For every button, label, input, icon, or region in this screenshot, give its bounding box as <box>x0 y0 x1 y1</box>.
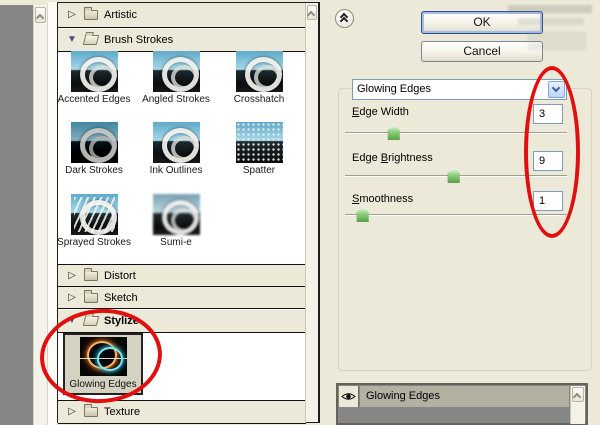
filter-select-dropdown[interactable]: Glowing Edges <box>352 79 567 100</box>
thumbnail-sumi-e[interactable] <box>152 194 200 235</box>
settings-panel: OK Cancel Glowing Edges Edge Width 3 Edg… <box>321 0 600 425</box>
filter-item[interactable]: Crosshatch <box>219 51 299 105</box>
filter-item[interactable]: Sprayed Strokes <box>54 194 134 248</box>
folder-icon <box>84 7 98 20</box>
chevron-down-icon <box>551 83 561 93</box>
effect-list-scroll-up-button[interactable] <box>572 387 584 402</box>
category-brush-strokes[interactable]: ▼ Brush Strokes <box>58 29 306 52</box>
category-distort[interactable]: ▷ Distort <box>58 264 306 287</box>
filter-item[interactable]: Ink Outlines <box>136 122 216 176</box>
preview-scroll-up-button[interactable] <box>35 7 46 23</box>
filter-item-label: Accented Edges <box>57 94 131 105</box>
category-stylize[interactable]: ▼ Stylize <box>58 310 306 333</box>
selected-filter-item-glowing-edges[interactable]: Glowing Edges <box>63 333 143 395</box>
filter-item-label: Sumi-e <box>160 237 192 248</box>
effect-list-scrollbar[interactable] <box>570 386 585 424</box>
category-label: Sketch <box>104 291 138 304</box>
smoothness-slider[interactable] <box>345 207 567 223</box>
filter-item-label: Sprayed Strokes <box>57 237 131 248</box>
folder-icon <box>84 267 98 281</box>
folder-icon <box>84 289 98 303</box>
thumbnail-glowing-edges[interactable] <box>79 337 127 376</box>
filter-item-label: Crosshatch <box>233 94 285 105</box>
thumbnail-angled-strokes[interactable] <box>152 51 200 92</box>
visibility-toggle[interactable] <box>339 386 359 407</box>
chevron-up-icon <box>35 13 44 23</box>
slider-track[interactable] <box>345 132 567 134</box>
cancel-button[interactable]: Cancel <box>421 41 543 62</box>
filter-item[interactable]: Dark Strokes <box>54 122 134 176</box>
ok-button[interactable]: OK <box>421 11 543 34</box>
collapse-triangle-icon[interactable]: ▼ <box>66 35 78 45</box>
thumbnail-accented-edges[interactable] <box>70 51 118 92</box>
slider-track[interactable] <box>345 214 567 216</box>
filter-item[interactable]: Accented Edges <box>54 51 134 105</box>
chevron-up-icon <box>306 10 316 20</box>
filter-gallery-dialog: ▷ Artistic ▼ Brush Strokes Accented Edge… <box>0 0 600 425</box>
filter-item[interactable]: Angled Strokes <box>136 51 216 105</box>
thumbnail-spatter[interactable] <box>235 122 283 163</box>
thumbnail-sprayed-strokes[interactable] <box>70 194 118 235</box>
category-label: Distort <box>104 269 136 282</box>
edge-brightness-label: Edge Brightness <box>352 152 433 164</box>
collapse-triangle-icon[interactable]: ▼ <box>66 316 78 326</box>
expand-triangle-icon[interactable]: ▷ <box>66 292 78 303</box>
slider-thumb[interactable] <box>356 207 369 222</box>
dropdown-selected-value: Glowing Edges <box>357 83 431 95</box>
eye-icon <box>341 393 356 400</box>
category-label: Stylize <box>104 315 139 327</box>
preview-vertical-scrollbar[interactable] <box>33 5 48 425</box>
category-artistic[interactable]: ▷ Artistic <box>58 3 306 28</box>
expand-triangle-icon[interactable]: ▷ <box>66 270 78 281</box>
category-texture[interactable]: ▷ Texture <box>58 400 306 424</box>
expand-triangle-icon[interactable]: ▷ <box>66 407 78 417</box>
edge-width-slider[interactable] <box>345 125 567 141</box>
filter-category-list: ▷ Artistic ▼ Brush Strokes Accented Edge… <box>54 2 320 424</box>
filter-item[interactable]: Sumi-e <box>136 194 216 248</box>
open-folder-icon <box>82 316 100 326</box>
edge-width-label: Edge Width <box>352 106 409 118</box>
effect-layer-row[interactable]: Glowing Edges <box>360 386 569 407</box>
category-label: Texture <box>104 406 141 418</box>
effect-layers-panel: Glowing Edges <box>336 383 588 425</box>
filter-item-label: Ink Outlines <box>149 165 203 176</box>
category-sketch[interactable]: ▷ Sketch <box>58 287 306 309</box>
edge-width-value[interactable]: 3 <box>533 104 563 124</box>
thumbnail-crosshatch[interactable] <box>235 51 283 92</box>
slider-thumb[interactable] <box>387 125 400 140</box>
filter-item-label: Angled Strokes <box>142 94 210 105</box>
dropdown-arrow-button[interactable] <box>548 81 565 98</box>
folder-icon <box>84 404 98 417</box>
category-label: Artistic <box>104 9 137 21</box>
collapse-panel-button[interactable] <box>335 9 354 28</box>
filter-item-label: Spatter <box>242 165 276 176</box>
category-label: Brush Strokes <box>104 34 174 46</box>
smoothness-label: Smoothness <box>352 193 414 205</box>
filter-item-label: Dark Strokes <box>65 165 123 176</box>
thumbnail-ink-outlines[interactable] <box>152 122 200 163</box>
filter-item[interactable]: Spatter <box>219 122 299 176</box>
expand-triangle-icon[interactable]: ▷ <box>66 10 78 20</box>
chevron-up-icon <box>572 392 582 402</box>
preview-pane-edge <box>0 5 33 425</box>
edge-brightness-slider[interactable] <box>345 168 567 184</box>
open-folder-icon <box>82 35 100 45</box>
filter-list-scrollbar[interactable] <box>305 3 318 422</box>
filter-list-scroll-up-button[interactable] <box>306 5 317 20</box>
filter-item-label: Glowing Edges <box>69 379 137 390</box>
thumbnail-dark-strokes[interactable] <box>70 122 118 163</box>
slider-thumb[interactable] <box>447 168 460 183</box>
